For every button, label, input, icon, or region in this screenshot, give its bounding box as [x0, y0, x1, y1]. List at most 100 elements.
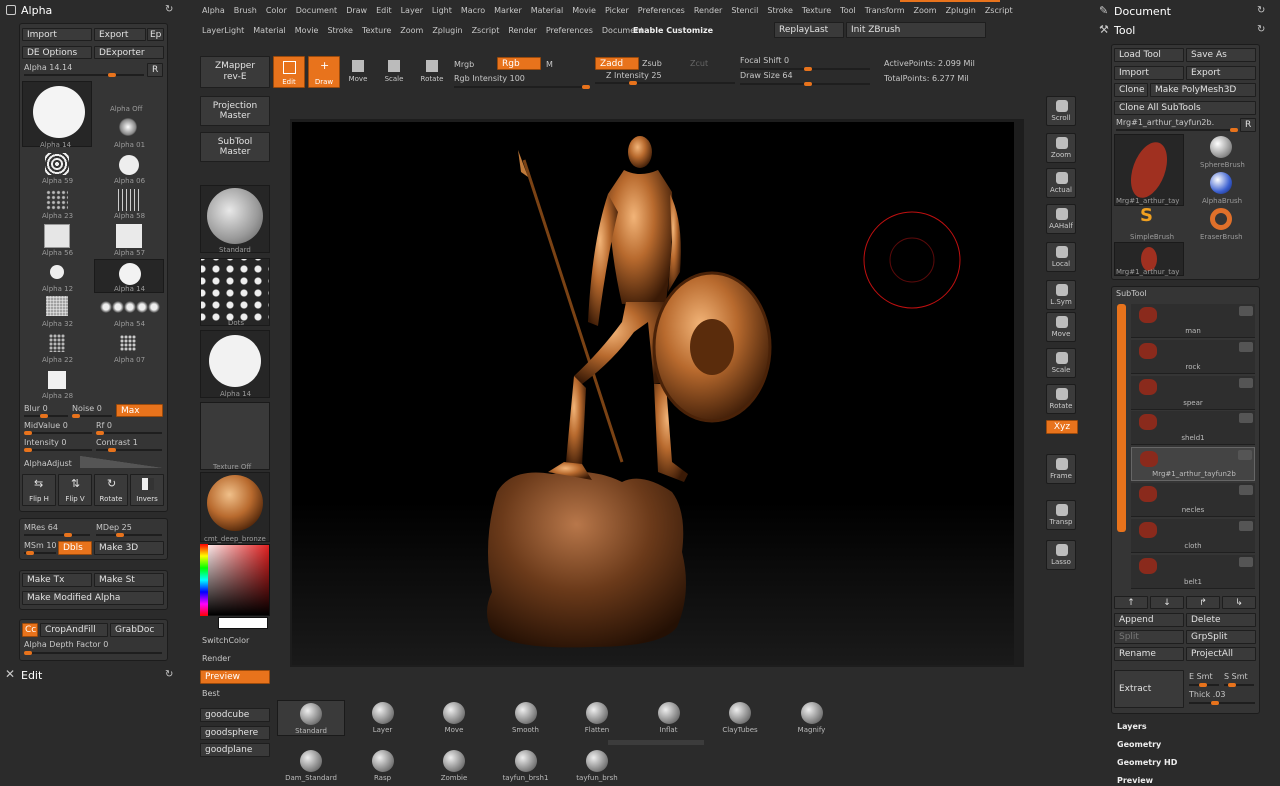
preview-render-button[interactable]: Preview — [200, 670, 270, 684]
eye-icon[interactable] — [1239, 520, 1253, 531]
brush2-tayfun_brsh[interactable]: tayfun_brsh — [563, 748, 631, 784]
alpha-ep-button[interactable]: Ep — [147, 28, 164, 41]
menu-marker[interactable]: Marker — [494, 6, 522, 15]
max-button[interactable]: Max — [116, 404, 163, 417]
append-button[interactable]: Append — [1114, 613, 1184, 627]
tool-move-button[interactable]: Move — [1046, 312, 1076, 342]
midvalue-slider[interactable]: MidValue 0 — [24, 421, 68, 430]
flip-v-button[interactable]: ⇅ Flip V — [58, 474, 92, 506]
move-mode-button[interactable]: Move — [346, 60, 370, 83]
menu-document[interactable]: Document — [296, 6, 337, 15]
subtool-item[interactable]: spear — [1131, 375, 1255, 410]
zadd-button[interactable]: Zadd — [595, 57, 639, 70]
tool-import-button[interactable]: Import — [1114, 66, 1184, 80]
subtool-item[interactable]: cloth — [1131, 518, 1255, 553]
alpha-current-thumb[interactable] — [22, 81, 92, 147]
replay-last-button[interactable]: ReplayLast — [774, 22, 844, 38]
menu-brush[interactable]: Brush — [234, 6, 257, 15]
projectall-button[interactable]: ProjectAll — [1186, 647, 1256, 661]
eye-icon[interactable] — [1239, 413, 1253, 424]
intensity-track[interactable] — [24, 448, 92, 452]
alpha-slider-track[interactable] — [24, 73, 144, 77]
zcut-button[interactable]: Zcut — [690, 59, 708, 68]
s-smt-track[interactable] — [1224, 683, 1254, 687]
split-button[interactable]: Split — [1114, 630, 1184, 644]
color-hue-ring[interactable] — [200, 544, 208, 616]
document-refresh-icon[interactable]: ↻ — [1257, 5, 1265, 16]
menu2-movie[interactable]: Movie — [295, 26, 319, 35]
tool-scroll-button[interactable]: Scroll — [1046, 96, 1076, 126]
make-modified-alpha-button[interactable]: Make Modified Alpha — [22, 591, 164, 605]
tool-export-button[interactable]: Export — [1186, 66, 1256, 80]
s-smt-slider[interactable]: S Smt — [1224, 672, 1248, 681]
alpha-value-slider[interactable]: Alpha 14.14 — [24, 63, 72, 72]
secondary-color-swatch[interactable] — [218, 617, 268, 629]
msm-track[interactable] — [24, 551, 56, 555]
edit-mode-button[interactable]: Edit — [273, 56, 305, 88]
stroke-dots-thumb[interactable] — [200, 258, 270, 326]
menu-color[interactable]: Color — [266, 6, 287, 15]
menu2-preferences[interactable]: Preferences — [546, 26, 593, 35]
invers-button[interactable]: Invers — [130, 474, 164, 506]
brush2-dam_standard[interactable]: Dam_Standard — [277, 748, 345, 784]
subtool-move-up-button[interactable]: ↱ — [1186, 596, 1220, 609]
grabdoc-button[interactable]: GrabDoc — [110, 623, 164, 637]
tool-rotate-button[interactable]: Rotate — [1046, 384, 1076, 414]
delete-button[interactable]: Delete — [1186, 613, 1256, 627]
menu2-texture[interactable]: Texture — [362, 26, 391, 35]
m-button[interactable]: M — [546, 60, 553, 69]
sculpt-viewport[interactable] — [292, 122, 1014, 665]
current-tool-slider[interactable]: Mrg#1_arthur_tayfun2b. — [1116, 118, 1214, 127]
tool-xyz-button[interactable]: Xyz — [1046, 420, 1078, 434]
init-zbrush-button[interactable]: Init ZBrush — [846, 22, 986, 38]
dexporter-button[interactable]: DExporter — [94, 46, 164, 59]
menu-tool[interactable]: Tool — [840, 6, 856, 15]
subtool-item[interactable]: sheld1 — [1131, 411, 1255, 446]
eraser-brush-thumb[interactable] — [1210, 208, 1232, 230]
eye-icon[interactable] — [1238, 450, 1252, 461]
alpha-adjust-label[interactable]: AlphaAdjust — [24, 459, 72, 468]
e-smt-slider[interactable]: E Smt — [1189, 672, 1213, 681]
rotate-alpha-button[interactable]: ↻ Rotate — [94, 474, 128, 506]
menu2-zscript[interactable]: Zscript — [472, 26, 500, 35]
brush-standard[interactable]: Standard — [277, 700, 345, 736]
goodsphere-button[interactable]: goodsphere — [200, 726, 270, 740]
rotate-mode-button[interactable]: Rotate — [418, 60, 446, 83]
clone-button[interactable]: Clone — [1114, 83, 1148, 97]
alpha-12-thumb[interactable] — [50, 265, 64, 279]
noise-slider[interactable]: Noise 0 — [72, 404, 102, 413]
menu2-stroke[interactable]: Stroke — [327, 26, 353, 35]
menu2-material[interactable]: Material — [253, 26, 286, 35]
z-intensity-track[interactable] — [595, 81, 735, 85]
menu-stroke[interactable]: Stroke — [767, 6, 793, 15]
alpha-54-thumb[interactable] — [100, 300, 160, 314]
shelf-divider[interactable] — [608, 740, 704, 745]
alpha-depth-factor-slider[interactable]: Alpha Depth Factor 0 — [24, 640, 108, 649]
alpha-01-thumb[interactable] — [119, 118, 137, 136]
intensity-slider[interactable]: Intensity 0 — [24, 438, 66, 447]
draw-size-track[interactable] — [740, 82, 870, 86]
menu-movie[interactable]: Movie — [572, 6, 596, 15]
contrast-track[interactable] — [96, 448, 162, 452]
blur-track[interactable] — [24, 414, 68, 418]
sphere-brush-thumb[interactable] — [1210, 136, 1232, 158]
subtool-title[interactable]: SubTool — [1116, 289, 1147, 298]
de-options-button[interactable]: DE Options — [22, 46, 92, 59]
alpha-refresh-icon[interactable]: ↻ — [165, 4, 173, 15]
grpsplit-button[interactable]: GrpSplit — [1186, 630, 1256, 644]
menu-light[interactable]: Light — [432, 6, 452, 15]
contrast-slider[interactable]: Contrast 1 — [96, 438, 138, 447]
alpha-59-thumb[interactable] — [45, 153, 69, 175]
material-thumb[interactable] — [200, 472, 270, 542]
alpha-58-thumb[interactable] — [118, 189, 140, 211]
dbls-button[interactable]: Dbls — [58, 541, 92, 555]
subtool-item[interactable]: rock — [1131, 339, 1255, 374]
focal-shift-track[interactable] — [740, 67, 870, 71]
brush-inflat[interactable]: Inflat — [635, 700, 703, 736]
subtool-move-down-button[interactable]: ↳ — [1222, 596, 1256, 609]
eye-icon[interactable] — [1239, 556, 1253, 567]
alpha-23-thumb[interactable] — [46, 190, 68, 210]
alpha-adjust-curve[interactable] — [80, 456, 162, 468]
alpha-32-thumb[interactable] — [46, 296, 68, 316]
rf-slider[interactable]: Rf 0 — [96, 421, 112, 430]
